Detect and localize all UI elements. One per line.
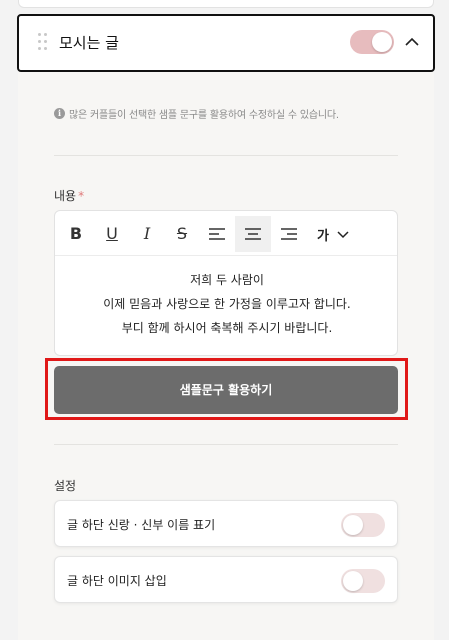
content-editor[interactable]: B U I S 가 저희 두 사람이 이제 믿음과 사랑으로 한 가정을 이루고… xyxy=(54,210,398,356)
italic-button[interactable]: I xyxy=(129,216,165,252)
setting-row-name-display[interactable]: 글 하단 신랑 · 신부 이름 표기 xyxy=(54,500,398,547)
chevron-up-icon[interactable] xyxy=(404,34,420,50)
required-mark: * xyxy=(78,189,85,203)
underline-icon: U xyxy=(106,224,118,243)
content-label: 내용 * xyxy=(54,187,84,204)
align-right-icon xyxy=(281,228,297,240)
info-text: 많은 커플들이 선택한 샘플 문구를 활용하여 수정하실 수 있습니다. xyxy=(69,110,339,121)
align-right-button[interactable] xyxy=(271,216,307,252)
setting-label: 글 하단 이미지 삽입 xyxy=(67,574,167,588)
editor-toolbar: B U I S 가 xyxy=(55,211,397,256)
section-toggle[interactable] xyxy=(350,30,394,54)
toggle-knob xyxy=(343,515,363,535)
divider xyxy=(54,444,398,445)
editor-text[interactable]: 저희 두 사람이 이제 믿음과 사랑으로 한 가정을 이루고자 합니다. 부디 … xyxy=(55,268,397,340)
use-sample-button[interactable]: 샘플문구 활용하기 xyxy=(54,366,398,414)
info-notice: i 많은 커플들이 선택한 샘플 문구를 활용하여 수정하실 수 있습니다. xyxy=(54,106,339,121)
previous-section-card xyxy=(18,0,434,8)
toggle-knob xyxy=(372,32,392,52)
name-display-toggle[interactable] xyxy=(341,513,385,537)
content-line: 저희 두 사람이 xyxy=(190,273,264,287)
toggle-knob xyxy=(343,571,363,591)
divider xyxy=(54,155,398,156)
drag-handle-icon[interactable] xyxy=(38,33,48,51)
align-left-icon xyxy=(209,228,225,240)
strikethrough-icon: S xyxy=(176,224,188,243)
underline-button[interactable]: U xyxy=(94,216,130,252)
section-header[interactable]: 모시는 글 xyxy=(17,14,435,72)
section-title: 모시는 글 xyxy=(59,34,119,52)
font-label: 가 xyxy=(317,229,329,244)
image-insert-toggle[interactable] xyxy=(341,569,385,593)
settings-label: 설정 xyxy=(54,479,77,493)
section-panel: i 많은 커플들이 선택한 샘플 문구를 활용하여 수정하실 수 있습니다. 내… xyxy=(18,72,434,640)
align-left-button[interactable] xyxy=(199,216,235,252)
content-line: 이제 믿음과 사랑으로 한 가정을 이루고자 합니다. xyxy=(103,297,351,311)
align-center-icon xyxy=(245,228,261,240)
strikethrough-button[interactable]: S xyxy=(164,216,200,252)
align-center-button[interactable] xyxy=(235,216,271,252)
content-line: 부디 함께 하시어 축복해 주시기 바랍니다. xyxy=(121,321,333,335)
info-icon: i xyxy=(54,108,65,119)
font-select[interactable]: 가 xyxy=(311,216,359,252)
italic-icon: I xyxy=(143,224,151,243)
bold-icon: B xyxy=(69,224,83,243)
setting-label: 글 하단 신랑 · 신부 이름 표기 xyxy=(67,518,216,532)
chevron-down-icon xyxy=(337,231,349,239)
setting-row-image-insert[interactable]: 글 하단 이미지 삽입 xyxy=(54,556,398,603)
content-label-text: 내용 xyxy=(54,189,77,203)
bold-button[interactable]: B xyxy=(58,216,94,252)
